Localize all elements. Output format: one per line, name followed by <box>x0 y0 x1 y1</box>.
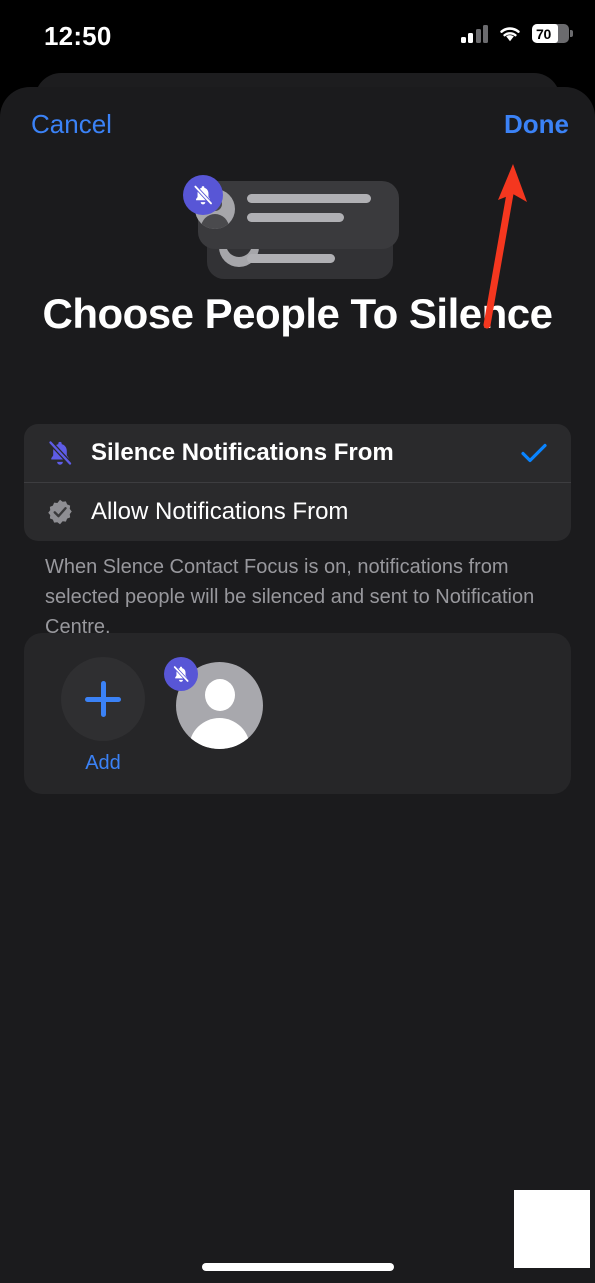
cellular-bars-icon <box>460 24 488 43</box>
wifi-icon <box>500 27 520 42</box>
notification-cards-illustration <box>0 175 595 283</box>
bell-slash-icon <box>164 657 198 691</box>
status-bar-indicators: 70 <box>460 24 573 43</box>
battery-icon: 70 <box>532 24 573 43</box>
option-label: Allow Notifications From <box>91 498 349 525</box>
done-button[interactable]: Done <box>504 109 569 140</box>
notification-text-line <box>246 194 371 203</box>
add-person-label: Add <box>85 752 121 774</box>
footnote-description: When Slence Contact Focus is on, notific… <box>45 556 535 638</box>
checkmark-seal-icon <box>45 497 79 527</box>
page-title: Choose People To Silence <box>42 290 553 337</box>
status-bar: 12:50 70 <box>0 0 595 73</box>
battery-tip <box>570 30 573 37</box>
option-allow-notifications-from[interactable]: Allow Notifications From <box>24 483 571 541</box>
notification-mode-options: Silence Notifications From Allow Notific… <box>24 424 571 541</box>
bell-slash-icon <box>182 175 223 215</box>
sheet-toolbar: Cancel Done <box>0 103 595 149</box>
battery-percent-label: 70 <box>536 25 551 42</box>
notification-text-line <box>246 213 344 222</box>
iphone-screen: 12:50 70 Cancel Done Choose People To Si… <box>0 0 595 1283</box>
home-indicator <box>201 1263 394 1271</box>
status-bar-time: 12:50 <box>44 21 112 51</box>
bell-slash-icon <box>45 438 79 468</box>
plus-icon[interactable] <box>61 657 145 741</box>
white-overlay-block <box>514 1190 590 1268</box>
selected-people-card: Add <box>24 633 571 794</box>
focus-people-sheet: Cancel Done Choose People To Silence Sil… <box>0 87 595 1283</box>
checkmark-icon <box>519 442 549 464</box>
option-label: Silence Notifications From <box>91 439 394 466</box>
cancel-button[interactable]: Cancel <box>31 109 112 140</box>
add-person-button[interactable]: Add <box>53 657 153 775</box>
option-silence-notifications-from[interactable]: Silence Notifications From <box>24 424 571 482</box>
notification-back-text-line <box>246 254 335 263</box>
